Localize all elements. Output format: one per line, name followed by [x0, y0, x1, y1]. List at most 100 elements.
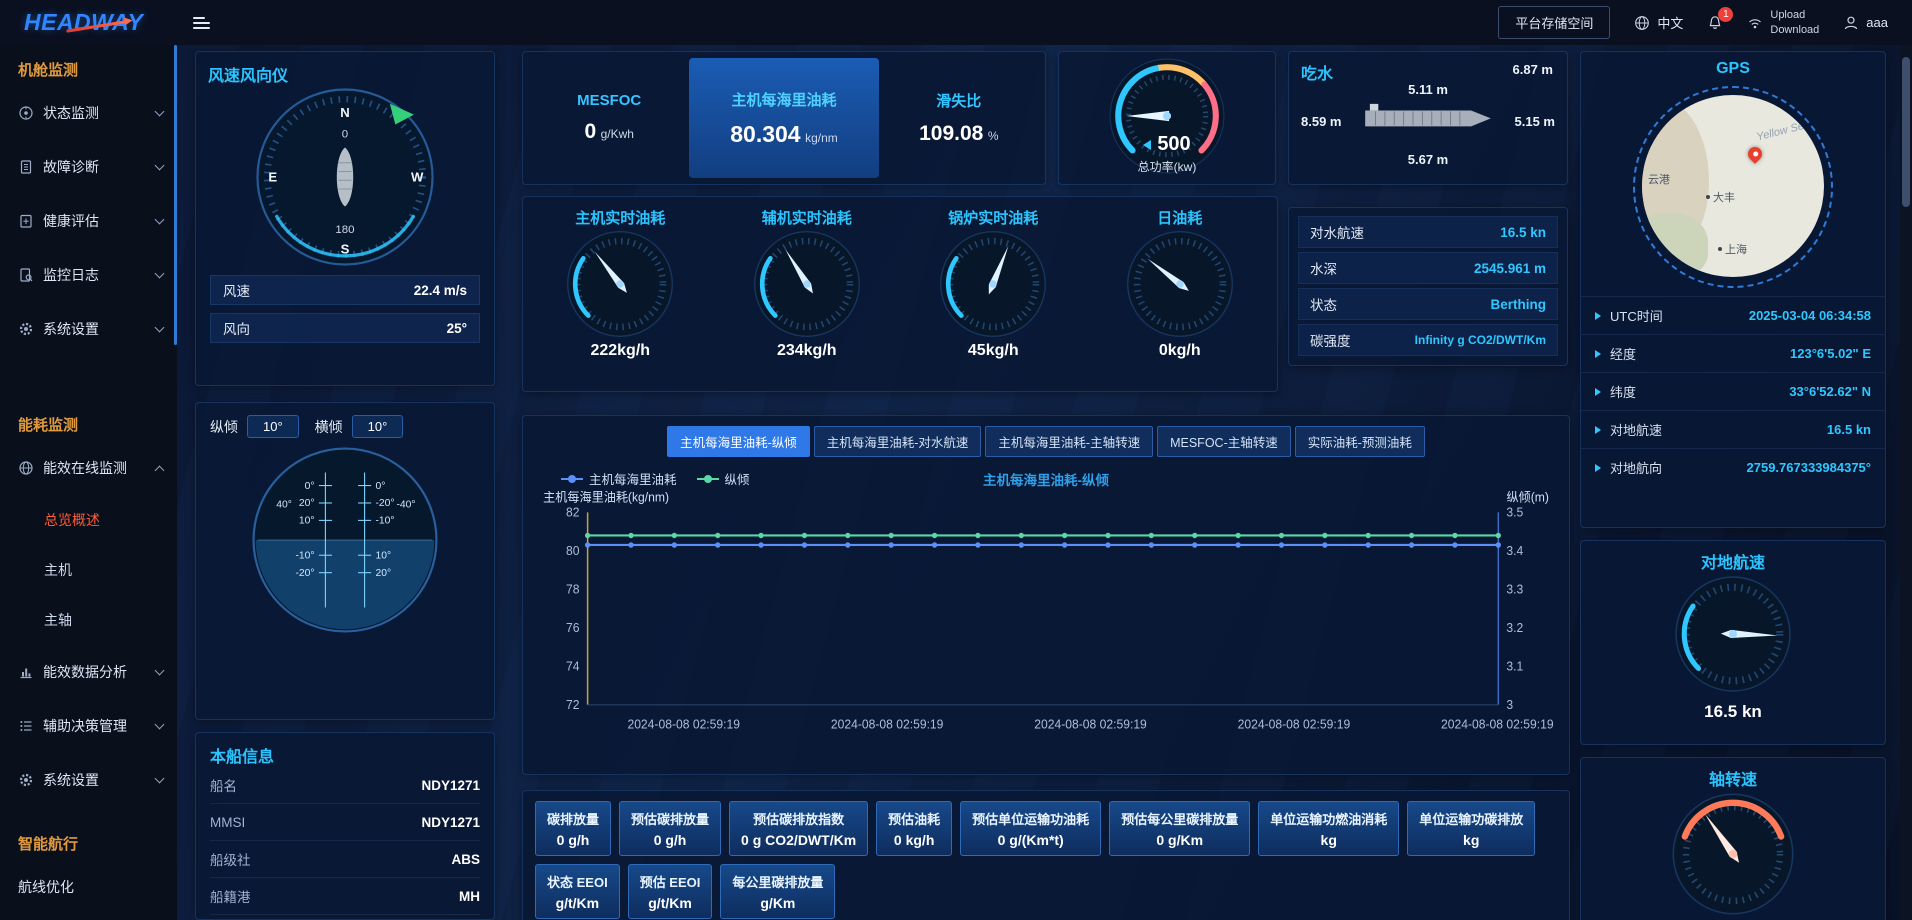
chevron-up-icon [155, 465, 165, 475]
language-selector[interactable]: 中文 [1634, 13, 1683, 32]
wind-panel-title: 风速风向仪 [208, 62, 482, 86]
bar-chart-icon [18, 664, 34, 680]
sidebar-item-monitor-log[interactable]: 监控日志 [0, 248, 177, 302]
chevron-down-icon [155, 269, 165, 279]
sidebar-item-energy-analysis[interactable]: 能效数据分析 [0, 645, 177, 699]
tab-fuel-stw[interactable]: 主机每海里油耗-对水航速 [814, 426, 982, 457]
boiler-fuel-gauge: 锅炉实时油耗 45kg/h [900, 203, 1087, 385]
svg-text:76: 76 [566, 621, 580, 635]
voyage-info-panel: 对水航速 16.5 kn 水深 2545.961 m 状态 Berthing 碳… [1288, 207, 1568, 366]
sog-panel: 对地航速 16.5 kn [1580, 540, 1886, 745]
tab-mesfoc-shaft-rpm[interactable]: MESFOC-主轴转速 [1157, 426, 1291, 457]
stat-card: 单位运输功燃油消耗kg [1258, 801, 1399, 856]
map-city-shanghai: 上海 [1718, 241, 1747, 257]
gps-row-utc: UTC时间 2025-03-04 06:34:58 [1581, 296, 1885, 334]
app-root: HEADWAY 平台存储空间 中文 1 Upload Download [0, 0, 1912, 920]
svg-text:2024-08-08 02:59:19: 2024-08-08 02:59:19 [831, 717, 944, 731]
compass-east-label: E [268, 169, 277, 184]
sidebar-section-smart-nav: 智能航行 [0, 819, 177, 860]
legend-fuel-per-nm[interactable]: 主机每海里油耗 [561, 469, 677, 488]
arrow-right-icon [1595, 464, 1601, 472]
menu-toggle-icon[interactable] [193, 17, 210, 29]
svg-text:纵倾(m): 纵倾(m) [1506, 491, 1548, 505]
emission-cards-row2: 状态 EEOIg/t/Km 预估 EEOIg/t/Km 每公里碳排放量g/Km [535, 864, 1557, 919]
status-badge: Berthing [1491, 297, 1547, 312]
sidebar-item-system-settings[interactable]: 系统设置 [0, 302, 177, 356]
notification-bell[interactable]: 1 [1707, 15, 1723, 31]
chevron-down-icon [155, 107, 165, 117]
mesfoc-label: MESFOC [577, 92, 641, 109]
sog-value: 16.5 kn [1581, 702, 1885, 722]
arrow-right-icon [1595, 426, 1601, 434]
svg-text:3.4: 3.4 [1506, 544, 1523, 558]
user-menu[interactable]: aaa [1843, 15, 1888, 31]
upload-download[interactable]: Upload Download [1747, 8, 1819, 37]
brand-logo[interactable]: HEADWAY [0, 9, 177, 36]
sidebar-item-status-monitor[interactable]: 状态监测 [0, 86, 177, 140]
wind-direction-label: 风向 [223, 318, 250, 338]
wind-panel: 风速风向仪 N S E W 0 180 风速 22.4 m/s 风向 [195, 51, 495, 386]
sidebar-item-route-optimize[interactable]: 航线优化 [0, 860, 177, 914]
draft-value-starboard: 5.15 m [1515, 114, 1555, 129]
map-position-pin [1745, 144, 1765, 164]
list-icon [18, 718, 34, 734]
svg-text:3.3: 3.3 [1506, 582, 1523, 596]
svg-text:-10°: -10° [375, 516, 394, 527]
main-engine-fuel-gauge: 主机实时油耗 222kg/h [527, 203, 714, 385]
sidebar-item-fault-diagnosis[interactable]: 故障诊断 [0, 140, 177, 194]
tab-actual-vs-predicted[interactable]: 实际油耗-预测油耗 [1295, 426, 1425, 457]
draft-value-top: 5.11 m [1408, 82, 1448, 97]
svg-text:3.1: 3.1 [1506, 659, 1523, 673]
chevron-down-icon [155, 161, 165, 171]
svg-text:3: 3 [1506, 698, 1513, 712]
water-depth-row: 水深 2545.961 m [1298, 252, 1558, 284]
line-chart: 主机每海里油耗(kg/nm) 纵倾(m) 82 80 78 76 74 72 3… [535, 491, 1557, 739]
svg-text:2024-08-08 02:59:19: 2024-08-08 02:59:19 [627, 717, 740, 731]
sidebar-item-label: 辅助决策管理 [43, 716, 127, 736]
svg-text:80: 80 [566, 544, 580, 558]
storage-button[interactable]: 平台存储空间 [1498, 6, 1610, 39]
svg-text:-10°: -10° [295, 551, 314, 562]
document-icon [18, 159, 34, 175]
clinometer-gauge: 0° 20° 10° -10° -20° 0° -20° -10° 10° 20… [247, 442, 443, 638]
sidebar-subitem-main-shaft[interactable]: 主轴 [0, 595, 177, 645]
sidebar-item-health-eval[interactable]: 健康评估 [0, 194, 177, 248]
carbon-intensity-row: 碳强度 Infinity g CO2/DWT/Km [1298, 324, 1558, 356]
legend-pitch[interactable]: 纵倾 [697, 469, 750, 488]
gps-map-circle: Yellow Sea 云港 大丰 上海 [1642, 95, 1824, 277]
globe-icon [18, 460, 34, 476]
sidebar-item-energy-online[interactable]: 能效在线监测 [0, 441, 177, 495]
language-label: 中文 [1657, 13, 1683, 32]
mesfoc-value: 0 [584, 120, 596, 143]
roll-value: 10° [352, 415, 404, 438]
arrow-right-icon [1595, 388, 1601, 396]
sidebar-item-label: 航线优化 [18, 877, 74, 897]
gps-map[interactable]: Yellow Sea 云港 大丰 上海 [1633, 86, 1833, 288]
notification-badge: 1 [1718, 7, 1733, 22]
page-scrollbar[interactable] [1900, 45, 1912, 920]
sidebar-subitem-overview[interactable]: 总览概述 [0, 495, 177, 545]
ship-name-row: 船名 NDY1271 [210, 767, 480, 804]
sidebar-item-label: 监控日志 [43, 265, 99, 285]
tab-fuel-pitch[interactable]: 主机每海里油耗-纵倾 [667, 426, 810, 457]
sidebar-scrollbar[interactable] [174, 45, 177, 345]
arrow-right-icon [1595, 350, 1601, 358]
fuel-trend-chart-panel: 主机每海里油耗-纵倾 主机每海里油耗-对水航速 主机每海里油耗-主轴转速 MES… [522, 415, 1570, 775]
chart-series [585, 533, 1501, 548]
shaft-rpm-gauge [1669, 790, 1797, 918]
daily-fuel-gauge: 日油耗 0kg/h [1087, 203, 1274, 385]
sidebar-subitem-main-engine[interactable]: 主机 [0, 545, 177, 595]
draft-value-aft: 6.87 m [1513, 62, 1553, 77]
svg-text:74: 74 [566, 659, 580, 673]
roll-group: 横倾 10° [315, 415, 404, 438]
sidebar-item-label: 系统设置 [43, 770, 99, 790]
legend-line-icon [561, 478, 583, 480]
stat-card: 预估 EEOIg/t/Km [628, 864, 713, 919]
mesfoc-stat: MESFOC 0 g/Kwh [529, 58, 689, 178]
sidebar-item-decision-mgmt[interactable]: 辅助决策管理 [0, 699, 177, 753]
page-scrollbar-thumb[interactable] [1902, 57, 1910, 207]
topbar-right: 平台存储空间 中文 1 Upload Download aaa [1498, 6, 1912, 39]
sidebar-item-system-settings-2[interactable]: 系统设置 [0, 753, 177, 807]
tab-fuel-shaft-rpm[interactable]: 主机每海里油耗-主轴转速 [985, 426, 1153, 457]
svg-text:2024-08-08 02:59:19: 2024-08-08 02:59:19 [1034, 717, 1147, 731]
